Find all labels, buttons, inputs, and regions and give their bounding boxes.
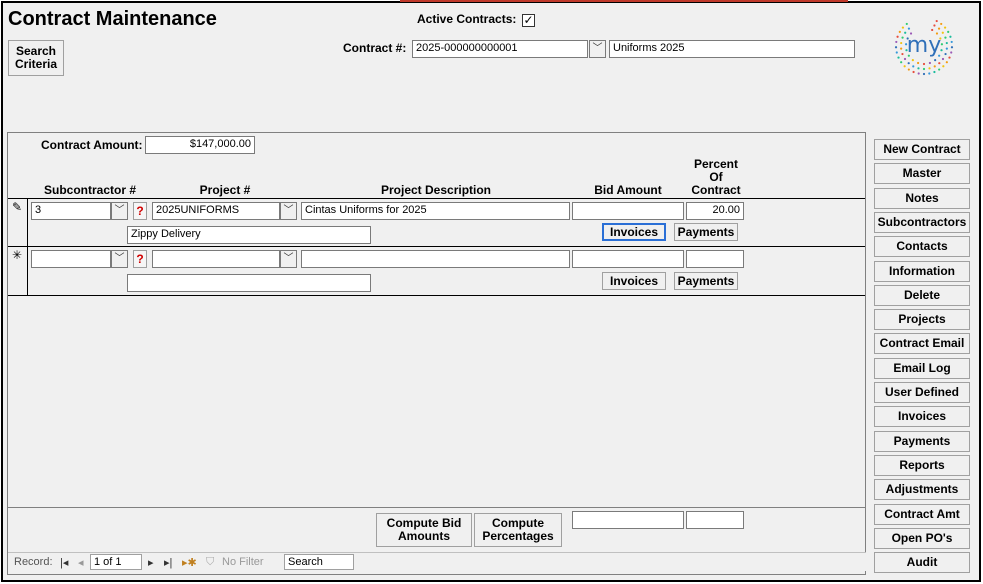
button-notes[interactable]: Notes — [874, 187, 970, 209]
button-master[interactable]: Master — [874, 163, 970, 185]
next-record-icon[interactable]: ▸ — [148, 556, 154, 569]
button-contract-email[interactable]: Contract Email — [874, 333, 970, 355]
button-information[interactable]: Information — [874, 260, 970, 282]
active-contracts-label: Active Contracts: — [417, 12, 517, 26]
chevron-down-icon[interactable]: ﹀ — [589, 40, 606, 58]
percent-of-contract-field[interactable] — [686, 250, 744, 268]
top-accent-line — [400, 0, 848, 2]
no-filter-label[interactable]: No Filter — [222, 556, 264, 568]
percent-of-contract-field[interactable]: 20.00 — [686, 202, 744, 220]
contract-amount-label: Contract Amount: — [41, 138, 143, 152]
invoices-button[interactable]: Invoices — [602, 223, 666, 241]
first-record-icon[interactable]: |◂ — [60, 556, 68, 569]
chevron-down-icon[interactable]: ﹀ — [280, 250, 297, 268]
subcontractor-name-field: Zippy Delivery — [127, 226, 371, 244]
footer-divider — [8, 507, 865, 508]
new-record-icon[interactable]: ▸✱ — [182, 556, 197, 569]
button-email-log[interactable]: Email Log — [874, 357, 970, 379]
button-new-contract[interactable]: New Contract — [874, 139, 970, 160]
svg-text:my: my — [907, 33, 941, 58]
button-reports[interactable]: Reports — [874, 454, 970, 476]
total-bid-amount-field — [572, 511, 684, 529]
button-contract-amt[interactable]: Contract Amt — [874, 503, 970, 525]
button-projects[interactable]: Projects — [874, 309, 970, 331]
previous-record-icon[interactable]: ◂ — [78, 556, 84, 569]
no-filter-icon: ⛉ — [206, 556, 215, 568]
compute-percentages-button[interactable]: Compute Percentages — [474, 513, 562, 547]
button-delete[interactable]: Delete — [874, 284, 970, 306]
contract-amount-field[interactable]: $147,000.00 — [145, 136, 255, 154]
column-header-percent-of-contract: Percent Of Contract — [691, 157, 741, 197]
project-combo[interactable] — [152, 250, 280, 268]
button-payments[interactable]: Payments — [874, 430, 970, 452]
chevron-down-icon[interactable]: ﹀ — [280, 202, 297, 220]
contract-number-label: Contract #: — [343, 41, 407, 55]
payments-button[interactable]: Payments — [674, 223, 738, 241]
payments-button[interactable]: Payments — [674, 272, 738, 290]
button-user-defined[interactable]: User Defined — [874, 382, 970, 403]
invoices-button[interactable]: Invoices — [602, 272, 666, 290]
search-criteria-button[interactable]: Search Criteria — [8, 40, 64, 76]
contract-number-combo[interactable]: 2025-000000000001 — [412, 40, 588, 58]
button-invoices[interactable]: Invoices — [874, 406, 970, 428]
subcontractor-combo[interactable] — [31, 250, 111, 268]
asterisk-icon: ✳ — [12, 248, 23, 262]
chevron-down-icon[interactable]: ﹀ — [111, 202, 128, 220]
compute-bid-amounts-button[interactable]: Compute Bid Amounts — [376, 513, 472, 547]
bid-amount-field[interactable] — [572, 250, 684, 268]
record-selector-divider — [27, 198, 28, 296]
subcontractor-lookup-button[interactable]: ? — [133, 202, 147, 220]
row-divider — [8, 295, 865, 296]
column-header-project: Project # — [199, 183, 251, 197]
column-header-project-description: Project Description — [380, 183, 492, 197]
button-open-po-s[interactable]: Open PO's — [874, 527, 970, 549]
button-adjustments[interactable]: Adjustments — [874, 479, 970, 501]
my-logo-icon: my — [894, 19, 954, 76]
row-divider — [8, 246, 865, 247]
project-description-field[interactable] — [301, 250, 570, 268]
bid-amount-field[interactable] — [572, 202, 684, 220]
chevron-down-icon[interactable]: ﹀ — [111, 250, 128, 268]
current-record-field[interactable]: 1 of 1 — [90, 554, 142, 570]
button-audit[interactable]: Audit — [874, 552, 970, 574]
project-combo[interactable]: 2025UNIFORMS — [152, 202, 280, 220]
button-subcontractors[interactable]: Subcontractors — [874, 211, 970, 233]
pencil-icon: ✎ — [12, 200, 23, 214]
active-contracts-checkbox[interactable]: ✓ — [522, 14, 535, 27]
record-navigation-bar: Record: |◂ ◂ 1 of 1 ▸ ▸| ▸✱ ⛉ No Filter … — [8, 552, 866, 571]
subcontractor-lookup-button[interactable]: ? — [133, 250, 147, 268]
project-description-field[interactable]: Cintas Uniforms for 2025 — [301, 202, 570, 220]
column-header-subcontractor: Subcontractor # — [43, 183, 136, 197]
page-title: Contract Maintenance — [8, 8, 217, 30]
last-record-icon[interactable]: ▸| — [164, 556, 172, 569]
button-contacts[interactable]: Contacts — [874, 236, 970, 258]
subcontractor-combo[interactable]: 3 — [31, 202, 111, 220]
contract-description-field[interactable]: Uniforms 2025 — [609, 40, 855, 58]
subcontractor-name-field — [127, 274, 371, 292]
record-label: Record: — [14, 556, 53, 568]
total-percent-field — [686, 511, 744, 529]
column-header-bid-amount: Bid Amount — [594, 183, 662, 197]
row-divider — [8, 198, 865, 199]
search-field[interactable]: Search — [284, 554, 354, 570]
